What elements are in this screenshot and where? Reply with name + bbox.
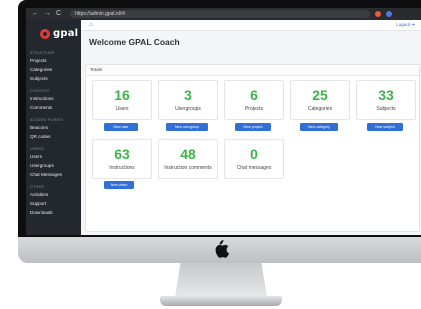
stat-card-instruction-comments: 48 Instruction comments bbox=[158, 139, 218, 179]
stat-value: 48 bbox=[180, 146, 196, 162]
logout-link[interactable]: Logout ➜ bbox=[396, 22, 415, 28]
sidebar-item-categories[interactable]: Categories bbox=[26, 65, 81, 74]
new-category-button[interactable]: New category bbox=[300, 123, 338, 131]
sidebar-item-beacons[interactable]: Beacons bbox=[26, 123, 81, 132]
sidebar-item-chat-messages[interactable]: Chat Messages bbox=[26, 170, 81, 179]
stat-value: 25 bbox=[312, 87, 328, 103]
page-title: Welcome GPAL Coach bbox=[89, 37, 180, 47]
screen: ← → C https://admin.gpal.nl/#/ gpal STRU… bbox=[26, 8, 421, 235]
panel-title: Totals bbox=[86, 65, 419, 76]
reload-icon[interactable]: C bbox=[56, 8, 61, 20]
stat-card-categories: 25 Categories bbox=[290, 80, 350, 120]
sidebar-item-usergroups[interactable]: Usergroups bbox=[26, 161, 81, 170]
logout-icon: ➜ bbox=[411, 22, 415, 27]
address-bar[interactable]: https://admin.gpal.nl/#/ bbox=[70, 10, 371, 18]
monitor-stand bbox=[175, 263, 267, 297]
stat-label: Instructions bbox=[109, 165, 135, 171]
gpal-logo-icon bbox=[40, 28, 50, 39]
new-user-button[interactable]: New user bbox=[104, 123, 138, 131]
sidebar-section-other: OTHER bbox=[30, 185, 45, 189]
stat-label: Instruction comments bbox=[164, 165, 212, 171]
new-video-button[interactable]: New video bbox=[104, 181, 134, 189]
sidebar-item-subjects[interactable]: Subjects bbox=[26, 74, 81, 83]
sidebar-section-content: CONTENT bbox=[30, 89, 50, 93]
stat-label: Users bbox=[115, 106, 129, 112]
stat-label: Subjects bbox=[376, 106, 396, 112]
stat-value: 33 bbox=[378, 87, 394, 103]
stat-value: 6 bbox=[250, 87, 258, 103]
forward-icon[interactable]: → bbox=[44, 8, 51, 20]
back-icon[interactable]: ← bbox=[32, 8, 39, 20]
new-usergroup-button[interactable]: New usergroup bbox=[166, 123, 208, 131]
browser-toolbar: ← → C https://admin.gpal.nl/#/ bbox=[26, 8, 421, 20]
sidebar-item-qr-codes[interactable]: QR codes bbox=[26, 132, 81, 141]
new-project-button[interactable]: New project bbox=[235, 123, 271, 131]
stat-label: Categories bbox=[307, 106, 333, 112]
stat-card-projects: 6 Projects bbox=[224, 80, 284, 120]
brand-logo[interactable]: gpal bbox=[26, 20, 81, 45]
sidebar: gpal STRUCTURE Projects Categories Subje… bbox=[26, 20, 81, 235]
totals-panel: Totals 16 Users New user 3 Usergroups Ne… bbox=[85, 64, 420, 232]
sidebar-item-downloads[interactable]: Downloads bbox=[26, 208, 81, 217]
sidebar-item-comments[interactable]: Comments bbox=[26, 103, 81, 112]
sidebar-item-activities[interactable]: Activities bbox=[26, 190, 81, 199]
main-content: ⌂ Logout ➜ Welcome GPAL Coach Totals 16 … bbox=[81, 20, 421, 235]
stat-value: 3 bbox=[184, 87, 192, 103]
sidebar-section-structure: STRUCTURE bbox=[30, 51, 55, 55]
stat-label: Chat messages bbox=[236, 165, 272, 171]
stat-label: Usergroups bbox=[175, 106, 201, 112]
brand-name: gpal bbox=[53, 28, 79, 39]
sidebar-item-support[interactable]: Support bbox=[26, 199, 81, 208]
stat-card-users: 16 Users bbox=[92, 80, 152, 120]
sidebar-section-users: USERS bbox=[30, 147, 44, 151]
home-icon[interactable]: ⌂ bbox=[89, 22, 93, 28]
logout-label: Logout bbox=[396, 22, 410, 27]
sidebar-item-instructions[interactable]: Instructions bbox=[26, 94, 81, 103]
new-subject-button[interactable]: New subject bbox=[367, 123, 403, 131]
sidebar-section-access-points: ACCESS POINTS bbox=[30, 118, 64, 122]
stat-label: Projects bbox=[244, 106, 264, 112]
top-bar: ⌂ Logout ➜ bbox=[81, 20, 421, 31]
stat-card-usergroups: 3 Usergroups bbox=[158, 80, 218, 120]
stat-card-subjects: 33 Subjects bbox=[356, 80, 416, 120]
stat-card-instructions: 63 Instructions bbox=[92, 139, 152, 179]
stat-value: 16 bbox=[114, 87, 130, 103]
monitor-stand-base bbox=[160, 296, 282, 306]
sidebar-item-projects[interactable]: Projects bbox=[26, 56, 81, 65]
apple-logo-icon bbox=[215, 240, 229, 258]
stat-value: 0 bbox=[250, 146, 258, 162]
stat-card-chat-messages: 0 Chat messages bbox=[224, 139, 284, 179]
extension-icon[interactable] bbox=[375, 11, 382, 17]
extension-icon[interactable] bbox=[386, 11, 393, 17]
stat-value: 63 bbox=[114, 146, 130, 162]
sidebar-item-users[interactable]: Users bbox=[26, 152, 81, 161]
